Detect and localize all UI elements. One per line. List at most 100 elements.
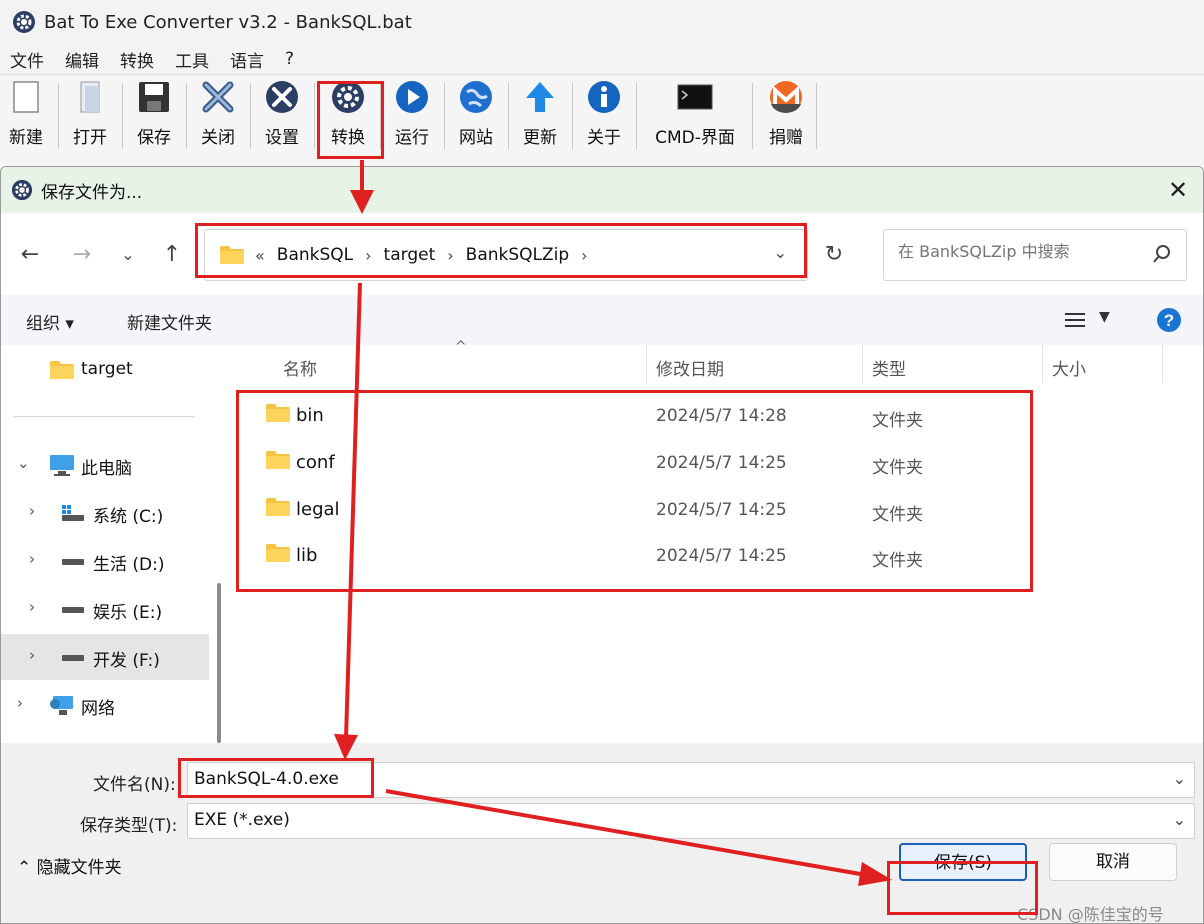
breadcrumb-separator-icon[interactable]: › <box>581 246 587 265</box>
chevron-right-icon[interactable]: › <box>29 646 35 664</box>
folder-icon <box>266 498 290 516</box>
breadcrumb-banksqlzip[interactable]: BankSQLZip <box>466 245 570 265</box>
save-file-dialog: 保存文件为... ✕ ← → ⌄ ↑ « BankSQL › target › … <box>0 166 1204 924</box>
address-dropdown-icon[interactable]: ⌄ <box>774 243 787 262</box>
toolbar-settings-button[interactable]: 设置 <box>262 79 302 151</box>
dialog-close-button[interactable]: ✕ <box>1163 175 1193 205</box>
back-arrow-icon[interactable]: ← <box>15 239 45 269</box>
app-title: Bat To Exe Converter v3.2 - BankSQL.bat <box>44 11 412 33</box>
menu-edit[interactable]: 编辑 <box>65 47 99 72</box>
organize-button[interactable]: 组织 ▾ <box>26 309 74 334</box>
cancel-button[interactable]: 取消 <box>1049 843 1177 881</box>
file-name: lib <box>296 545 318 566</box>
filetype-value[interactable] <box>194 810 1094 830</box>
column-divider[interactable] <box>1042 345 1043 383</box>
file-type: 文件夹 <box>872 458 923 478</box>
floppy-disk-icon <box>136 79 172 115</box>
column-divider[interactable] <box>862 345 863 383</box>
menu-help[interactable]: ? <box>285 49 294 69</box>
file-row[interactable]: bin 2024/5/7 14:28 文件夹 <box>253 393 1043 439</box>
toolbar-divider <box>314 83 315 149</box>
nav-item-drive-f[interactable]: › 开发 (F:) <box>1 634 209 680</box>
nav-divider <box>13 416 195 417</box>
recent-locations-chevron-icon[interactable]: ⌄ <box>113 239 143 269</box>
toolbar-website-button[interactable]: 网站 <box>456 79 496 151</box>
search-box[interactable] <box>883 229 1187 281</box>
chevron-down-icon[interactable]: ⌄ <box>1173 769 1186 788</box>
hide-folders-toggle[interactable]: ⌃ 隐藏文件夹 <box>17 853 122 878</box>
breadcrumb-target[interactable]: target <box>384 245 436 265</box>
toolbar-new-button[interactable]: 新建 <box>6 79 46 151</box>
toolbar-donate-button[interactable]: 捐赠 <box>764 79 808 151</box>
drive-icon <box>62 655 84 661</box>
menu-convert[interactable]: 转换 <box>120 47 154 72</box>
address-bar[interactable]: « BankSQL › target › BankSQLZip › ⌄ <box>204 229 808 281</box>
forward-arrow-icon[interactable]: → <box>67 239 97 269</box>
watermark: CSDN @陈佳宝的号 <box>1017 905 1164 924</box>
file-row[interactable]: lib 2024/5/7 14:25 文件夹 <box>253 533 1043 579</box>
nav-pane-scrollbar[interactable] <box>217 583 221 743</box>
toolbar-close-button[interactable]: 关闭 <box>198 79 238 151</box>
toolbar-convert-button[interactable]: 转换 <box>326 79 370 151</box>
menu-tools[interactable]: 工具 <box>175 47 209 72</box>
chevron-right-icon[interactable]: › <box>29 598 35 616</box>
breadcrumb-separator-icon[interactable]: › <box>365 246 371 265</box>
file-row[interactable]: legal 2024/5/7 14:25 文件夹 <box>253 487 1043 533</box>
toolbar-open-button[interactable]: 打开 <box>70 79 110 151</box>
breadcrumb-separator-icon[interactable]: › <box>447 246 453 265</box>
refresh-icon[interactable]: ↻ <box>819 239 849 269</box>
chevron-right-icon[interactable]: › <box>29 502 35 520</box>
save-button[interactable]: 保存(S) <box>899 843 1027 881</box>
up-arrow-icon[interactable]: ↑ <box>157 239 187 269</box>
toolbar-divider <box>752 83 753 149</box>
chevron-down-icon[interactable]: ⌄ <box>1173 810 1186 829</box>
toolbar-divider <box>380 83 381 149</box>
toolbar-cmd-button[interactable]: CMD-界面 <box>648 79 742 151</box>
toolbar-about-button[interactable]: 关于 <box>584 79 624 151</box>
file-row[interactable]: conf 2024/5/7 14:25 文件夹 <box>253 440 1043 486</box>
column-divider[interactable] <box>1162 345 1163 383</box>
file-date: 2024/5/7 14:25 <box>656 546 787 566</box>
computer-icon <box>50 455 74 476</box>
chevron-right-icon[interactable]: › <box>17 694 23 712</box>
info-icon <box>586 79 622 115</box>
filename-input[interactable] <box>194 769 1094 789</box>
command-bar: 组织 ▾ 新建文件夹 ▼ ? <box>1 295 1203 345</box>
toolbar-save-button[interactable]: 保存 <box>134 79 174 151</box>
globe-icon <box>458 79 494 115</box>
menu-language[interactable]: 语言 <box>230 47 264 72</box>
breadcrumb-banksql[interactable]: BankSQL <box>277 245 353 265</box>
nav-item-drive-e[interactable]: › 娱乐 (E:) <box>1 586 209 632</box>
folder-icon <box>50 361 74 379</box>
new-folder-button[interactable]: 新建文件夹 <box>127 309 212 334</box>
nav-item-drive-c[interactable]: › 系统 (C:) <box>1 490 209 536</box>
search-icon <box>1153 245 1170 263</box>
toolbar-run-button[interactable]: 运行 <box>392 79 432 151</box>
navigation-row: ← → ⌄ ↑ « BankSQL › target › BankSQLZip … <box>1 213 1203 295</box>
column-header-name[interactable]: 名称 <box>283 355 317 380</box>
file-name: legal <box>296 499 340 520</box>
view-list-icon[interactable] <box>1065 312 1085 328</box>
app-toolbar: 新建 打开 保存 关闭 设置 转换 运行 网站 更新 关于 CMD-界面 捐赠 <box>0 74 1204 168</box>
column-header-size[interactable]: 大小 <box>1052 355 1086 380</box>
chevron-down-icon[interactable]: ⌄ <box>17 454 30 472</box>
nav-item-target[interactable]: target <box>1 347 209 393</box>
breadcrumb-overflow[interactable]: « <box>255 246 265 265</box>
toolbar-update-button[interactable]: 更新 <box>520 79 560 151</box>
nav-item-network[interactable]: › 网络 <box>1 682 209 728</box>
filetype-select[interactable]: ⌄ <box>187 803 1195 839</box>
column-header-date[interactable]: 修改日期 <box>656 355 724 380</box>
nav-item-this-pc[interactable]: ⌄ 此电脑 <box>1 442 209 488</box>
column-header-type[interactable]: 类型 <box>872 355 906 380</box>
menu-file[interactable]: 文件 <box>10 47 44 72</box>
play-icon <box>394 79 430 115</box>
toolbar-divider <box>444 83 445 149</box>
search-input[interactable] <box>898 242 1138 261</box>
column-divider[interactable] <box>646 345 647 383</box>
filename-field[interactable]: ⌄ <box>187 762 1195 798</box>
view-dropdown-icon[interactable]: ▼ <box>1099 309 1110 325</box>
chevron-right-icon[interactable]: › <box>29 550 35 568</box>
nav-item-drive-d[interactable]: › 生活 (D:) <box>1 538 209 584</box>
dialog-footer: 文件名(N): ⌄ 保存类型(T): ⌄ ⌃ 隐藏文件夹 保存(S) 取消 CS… <box>1 743 1203 924</box>
help-icon[interactable]: ? <box>1156 307 1182 333</box>
